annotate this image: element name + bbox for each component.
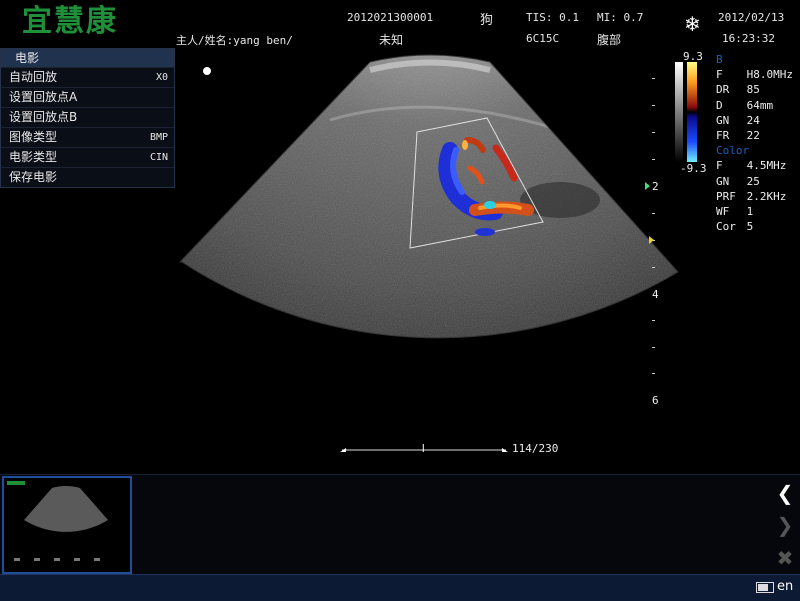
param-row: PRF 2.2KHz (716, 189, 787, 203)
param-row: F 4.5MHz (716, 159, 787, 173)
thumbnail-preview (4, 478, 130, 572)
focus-marker (203, 67, 211, 75)
param-row: F H8.0MHz (716, 68, 793, 82)
cine-start-marker (340, 448, 346, 452)
param-row: DR 85 (716, 83, 760, 97)
delete-x-icon[interactable]: ✖ (772, 545, 798, 571)
colorbar-min-label: -9.3 (680, 162, 707, 175)
param-row: WF 1 (716, 205, 754, 219)
depth-scale (645, 78, 655, 374)
saved-image-thumbnail[interactable] (2, 476, 132, 574)
battery-icon (756, 582, 774, 593)
status-bar: en (0, 574, 800, 601)
imaging-parameters: B F H8.0MHz DR 85 D 64mm GN 24 FR 22 Col… (716, 52, 793, 234)
language-indicator[interactable]: en (777, 579, 793, 594)
previous-arrow-icon[interactable]: ❮ (772, 480, 798, 506)
b-mode-section-title: B (716, 53, 723, 66)
depth-label: 6 (652, 394, 659, 407)
color-section-title: Color (716, 144, 750, 158)
cine-progress-bar[interactable] (338, 440, 510, 454)
color-focus-marker (645, 182, 650, 190)
color-velocity-bar (675, 62, 697, 162)
param-row: FR 22 (716, 129, 760, 143)
colorbar-max-label: 9.3 (683, 50, 703, 63)
cine-end-marker (502, 448, 508, 452)
focus-depth-marker (649, 236, 654, 244)
next-arrow-icon[interactable]: ❯ (772, 512, 798, 538)
depth-label: 4 (652, 288, 659, 301)
cine-frame-counter: 114/230 (512, 442, 559, 455)
param-row: Cor 5 (716, 220, 754, 234)
param-row: GN 25 (716, 174, 760, 188)
param-row: GN 24 (716, 113, 760, 127)
param-row: D 64mm (716, 98, 774, 112)
depth-label: 2 (652, 180, 659, 193)
